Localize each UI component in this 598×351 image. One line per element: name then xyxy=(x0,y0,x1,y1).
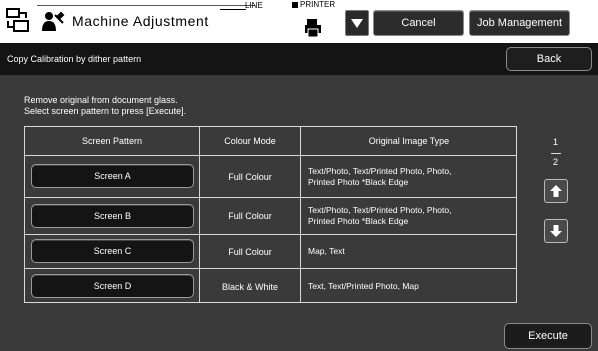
page-title: Copy Calibration by dither pattern xyxy=(7,54,142,64)
arrow-down-icon xyxy=(550,225,562,237)
page-current: 1 xyxy=(553,137,559,147)
job-management-button[interactable]: Job Management xyxy=(469,10,570,36)
back-button[interactable]: Back xyxy=(506,47,592,71)
dropdown-button[interactable] xyxy=(345,10,369,36)
instruction-line-2: Select screen pattern to press [Execute]… xyxy=(24,106,187,116)
screen-d-button[interactable]: Screen D xyxy=(31,274,194,298)
image-type-cell: Text, Text/Printed Photo, Map xyxy=(308,269,508,304)
printer-label: PRINTER xyxy=(300,0,336,9)
screen-pattern-table: Screen Pattern Colour Mode Original Imag… xyxy=(24,126,517,303)
printer-status-box xyxy=(292,2,298,8)
line-indicator-rule xyxy=(220,9,246,10)
image-type-line: Printed Photo *Black Edge xyxy=(308,176,409,187)
screen-a-button[interactable]: Screen A xyxy=(31,164,194,188)
image-type-cell: Text/Photo, Text/Printed Photo, Photo, P… xyxy=(308,156,508,197)
printer-icon xyxy=(305,19,321,38)
instruction-line-1: Remove original from document glass. xyxy=(24,95,178,105)
app-title: Machine Adjustment xyxy=(72,13,209,29)
image-type-line: Printed Photo *Black Edge xyxy=(308,216,409,226)
line-label: LINE xyxy=(245,1,263,10)
colour-mode-cell: Black & White xyxy=(221,281,279,292)
execute-button[interactable]: Execute xyxy=(504,323,592,349)
image-type-line: Text, Text/Printed Photo, Map xyxy=(308,281,419,291)
screen-c-button[interactable]: Screen C xyxy=(31,239,194,263)
column-header-original-image-type: Original Image Type xyxy=(368,136,450,146)
column-header-screen-pattern: Screen Pattern xyxy=(81,136,143,146)
settings-adjust-icon xyxy=(4,5,32,35)
subheader-bar: Copy Calibration by dither pattern Back xyxy=(0,43,598,75)
cancel-button[interactable]: Cancel xyxy=(373,10,464,36)
image-type-line: Text/Photo, Text/Printed Photo, Photo, xyxy=(308,205,452,215)
screen-b-button[interactable]: Screen B xyxy=(31,204,194,228)
triangle-down-icon xyxy=(351,18,363,28)
image-type-line: Text/Photo, Text/Printed Photo, Photo, xyxy=(308,165,452,176)
colour-mode-cell: Full Colour xyxy=(228,246,272,257)
image-type-cell: Map, Text xyxy=(308,235,508,268)
header-bar: Machine Adjustment LINE PRINTER Cancel J… xyxy=(0,0,598,43)
colour-mode-cell: Full Colour xyxy=(228,211,272,221)
page-separator xyxy=(551,153,561,154)
image-type-cell: Text/Photo, Text/Printed Photo, Photo, P… xyxy=(308,198,508,234)
image-type-line: Map, Text xyxy=(308,246,345,256)
page-up-button[interactable] xyxy=(544,179,568,203)
arrow-up-icon xyxy=(550,185,562,197)
column-header-colour-mode: Colour Mode xyxy=(224,136,276,146)
colour-mode-cell: Full Colour xyxy=(228,171,272,182)
instructions: Remove original from document glass. Sel… xyxy=(24,95,186,117)
page-total: 2 xyxy=(553,157,559,167)
person-wrench-icon xyxy=(41,9,65,33)
page-down-button[interactable] xyxy=(544,219,568,243)
